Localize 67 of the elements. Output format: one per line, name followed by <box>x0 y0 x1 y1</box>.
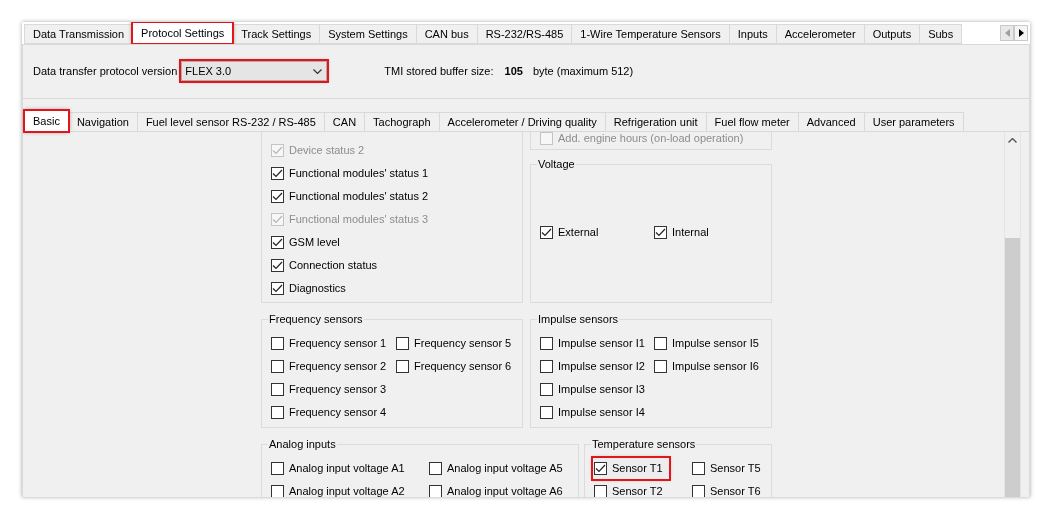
vertical-scrollbar[interactable] <box>1004 132 1021 497</box>
protocol-version-label: Data transfer protocol version <box>33 63 178 79</box>
tab[interactable]: User parameters <box>863 112 964 132</box>
group-title: Voltage <box>537 157 576 171</box>
checkbox[interactable]: Impulse sensor I4 <box>539 402 651 423</box>
tab[interactable]: CAN bus <box>415 24 478 44</box>
checkbox[interactable]: Functional modules' status 2 <box>270 186 435 207</box>
checkbox[interactable]: Analog input voltage A6 <box>428 481 569 497</box>
scrollbar-thumb[interactable] <box>1005 238 1020 497</box>
tab[interactable]: RS-232/RS-485 <box>476 24 573 44</box>
checkbox[interactable]: Impulse sensor I1 <box>539 333 651 354</box>
checkbox[interactable]: Sensor T1 <box>593 458 669 479</box>
checkmark-icon <box>272 215 283 224</box>
scroll-right-button[interactable] <box>1014 25 1028 41</box>
checkbox[interactable]: Connection status <box>270 255 384 276</box>
checkbox[interactable]: Frequency sensor 1 <box>270 333 393 354</box>
checkbox[interactable]: Frequency sensor 3 <box>270 379 393 400</box>
right-triangle-icon <box>1018 29 1024 37</box>
checkbox[interactable]: Impulse sensor I3 <box>539 379 651 400</box>
checkmark-icon <box>655 227 666 237</box>
tab[interactable]: 1-Wire Temperature Sensors <box>571 24 730 44</box>
group-title: Temperature sensors <box>591 437 697 451</box>
checkbox[interactable]: Internal <box>653 221 715 243</box>
checkbox[interactable]: Frequency sensor 6 <box>395 356 518 377</box>
checkbox[interactable]: Frequency sensor 5 <box>395 333 518 354</box>
checkmark-icon <box>272 192 283 201</box>
buffer-size-value: 105 <box>504 63 523 79</box>
checkmark-icon <box>272 146 283 155</box>
checkmark-icon <box>272 284 283 293</box>
checkbox[interactable]: Frequency sensor 2 <box>270 356 393 377</box>
checkbox[interactable]: External <box>539 221 605 243</box>
checkbox[interactable]: Diagnostics <box>270 278 352 299</box>
tab[interactable]: Track Settings <box>232 24 321 44</box>
chevron-up-icon <box>1008 138 1017 143</box>
buffer-size-label: TMI stored buffer size: <box>384 63 494 79</box>
tab[interactable]: Inputs <box>728 24 777 44</box>
left-triangle-icon <box>1004 29 1010 37</box>
checkbox[interactable]: Sensor T5 <box>691 458 767 479</box>
checkbox[interactable]: Impulse sensor I2 <box>539 356 651 377</box>
checkbox[interactable]: Analog input voltage A5 <box>428 458 569 479</box>
checkbox[interactable]: Frequency sensor 4 <box>270 402 393 423</box>
tab[interactable]: System Settings <box>319 24 417 44</box>
checkbox[interactable]: Functional modules' status 1 <box>270 163 435 184</box>
checkbox[interactable]: Impulse sensor I6 <box>653 356 765 377</box>
protocol-version-dropdown[interactable]: FLEX 3.0 <box>181 61 328 81</box>
checkbox[interactable]: Analog input voltage A2 <box>270 481 411 497</box>
tab[interactable]: Data Transmission <box>24 24 134 44</box>
checkbox[interactable]: Analog input voltage A1 <box>270 458 411 479</box>
tab[interactable]: Outputs <box>863 24 921 44</box>
chevron-down-icon <box>313 68 323 74</box>
checkmark-icon <box>272 261 283 270</box>
tab[interactable]: Accelerometer <box>775 24 865 44</box>
buffer-size-unit: byte (maximum 512) <box>532 63 634 79</box>
checkbox[interactable]: Sensor T2 <box>593 481 669 497</box>
tab[interactable]: Subs <box>919 24 963 44</box>
checkmark-icon <box>272 169 283 178</box>
checkbox[interactable]: GSM level <box>270 232 346 253</box>
tab[interactable]: Basic <box>24 110 69 132</box>
tab[interactable]: Protocol Settings <box>132 22 234 44</box>
checkbox[interactable]: Sensor T6 <box>691 481 767 497</box>
group-title: Impulse sensors <box>537 312 620 326</box>
checkmark-icon <box>541 227 552 237</box>
checkmark-icon <box>272 238 283 247</box>
checkmark-icon <box>595 464 606 473</box>
group-title: Frequency sensors <box>268 312 364 326</box>
group-title: Analog inputs <box>268 437 337 451</box>
checkbox[interactable]: Impulse sensor I5 <box>653 333 765 354</box>
